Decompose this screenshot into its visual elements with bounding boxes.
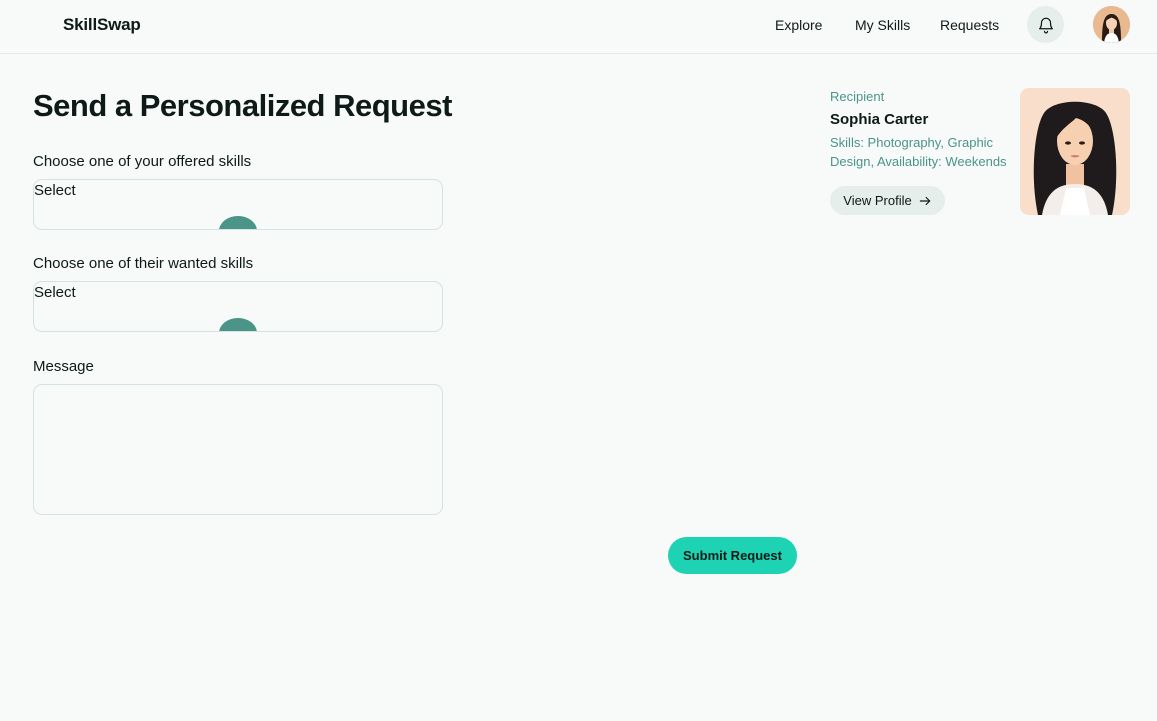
nav-requests[interactable]: Requests: [940, 17, 999, 33]
top-nav-bar: SkillSwap Explore My Skills Requests: [0, 0, 1157, 54]
wanted-skill-label: Choose one of their wanted skills: [33, 255, 254, 272]
user-avatar-image: [1093, 6, 1130, 43]
wanted-skill-select[interactable]: Select: [33, 281, 443, 332]
offered-skill-select[interactable]: Select: [33, 179, 443, 230]
nav-explore[interactable]: Explore: [775, 17, 822, 33]
user-avatar[interactable]: [1093, 6, 1130, 43]
offered-skill-value: Select: [34, 182, 76, 199]
page-title: Send a Personalized Request: [33, 88, 452, 123]
recipient-details: Skills: Photography, Graphic Design, Ava…: [830, 135, 1007, 169]
offered-skill-label: Choose one of your offered skills: [33, 153, 252, 170]
recipient-name: Sophia Carter: [830, 111, 929, 128]
message-textarea[interactable]: [33, 384, 443, 515]
recipient-portrait-image: [1020, 88, 1130, 215]
dropdown-arrow-icon: [219, 318, 257, 331]
arrow-right-icon: [919, 196, 930, 205]
nav-my-skills[interactable]: My Skills: [855, 17, 910, 33]
view-profile-button[interactable]: View Profile: [830, 186, 945, 215]
brand-logo[interactable]: SkillSwap: [63, 15, 141, 35]
recipient-tag: Recipient: [830, 89, 885, 104]
bell-icon: [1038, 17, 1053, 33]
submit-request-button[interactable]: Submit Request: [668, 537, 797, 574]
recipient-portrait: [1020, 88, 1130, 215]
wanted-skill-value: Select: [34, 284, 76, 301]
message-label: Message: [33, 358, 94, 375]
view-profile-label: View Profile: [843, 193, 912, 208]
dropdown-arrow-icon: [219, 216, 257, 229]
notifications-button[interactable]: [1027, 6, 1064, 43]
